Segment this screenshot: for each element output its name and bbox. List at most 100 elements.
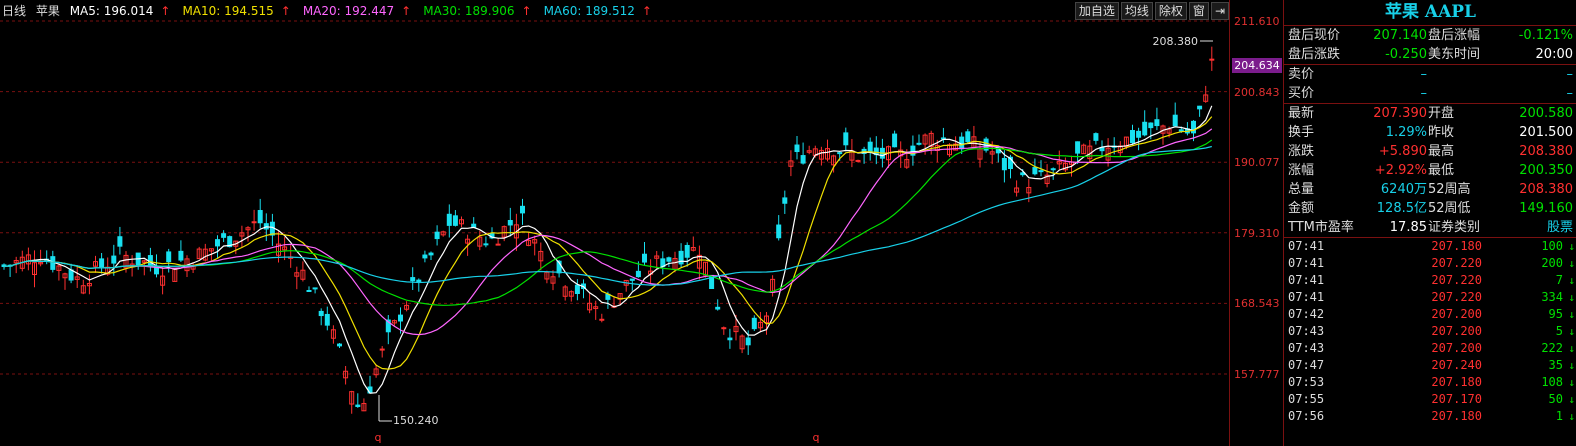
tick-time: 07:55: [1288, 392, 1325, 406]
quote-section: 最新 207.390 开盘 200.580 换手 1.29% 昨收 201.500 涨跌 +5.8…: [1284, 104, 1576, 238]
quote-value: 208.380: [1519, 144, 1573, 159]
tick-price: 207.200: [1431, 341, 1482, 355]
quote-row: 卖价 – –: [1284, 65, 1576, 84]
quote-label: 证券类别: [1428, 220, 1481, 235]
candlestick: [483, 243, 489, 246]
tick-price: 207.170: [1431, 392, 1482, 406]
quote-row: 金额 128.5亿 52周低 149.160: [1284, 199, 1576, 218]
current-price-marker: 204.634: [1232, 58, 1282, 73]
tick-row: 07:53 207.180 108 ↓: [1284, 374, 1576, 391]
exit-icon[interactable]: ⇥: [1210, 2, 1229, 20]
candlestick: [1178, 129, 1184, 132]
tick-volume: 7: [1555, 273, 1563, 287]
quote-label: 卖价: [1288, 67, 1315, 82]
candlestick: [800, 155, 806, 164]
kline-canvas[interactable]: 208.380 150.240 q q: [0, 0, 1229, 446]
ma-legend-item: MA5: 196.014: [69, 4, 154, 18]
candlestick: [434, 231, 440, 240]
quote-label: 美东时间: [1428, 47, 1481, 62]
tick-row: 07:43 207.200 222 ↓: [1284, 340, 1576, 357]
candlestick: [422, 254, 428, 259]
kline-chart[interactable]: 208.380 150.240 q q 日线 苹果 MA5: 196.014 ↑ MA10…: [0, 0, 1229, 446]
down-arrow-icon: ↓: [1568, 291, 1575, 304]
quote-value: 股票: [1546, 220, 1573, 235]
candlestick: [776, 224, 782, 239]
quote-label: 最新: [1288, 106, 1315, 121]
up-arrow-icon: ↑: [641, 4, 652, 18]
window-button[interactable]: 窗: [1188, 2, 1209, 20]
quote-row: 盘后涨跌 -0.250 美东时间 20:00: [1284, 45, 1576, 64]
adjust-button[interactable]: 除权: [1154, 2, 1187, 20]
candlestick: [428, 252, 434, 256]
candlestick: [751, 317, 757, 330]
candlestick: [1142, 121, 1148, 136]
quote-value: 201.500: [1519, 125, 1573, 140]
quote-label: 最高: [1428, 144, 1455, 159]
candlestick: [1172, 114, 1178, 127]
tick-time: 07:43: [1288, 341, 1325, 355]
quote-row: 涨幅 +2.92% 最低 200.350: [1284, 161, 1576, 180]
down-arrow-icon: ↓: [1568, 410, 1575, 423]
ma-line-button[interactable]: 均线: [1120, 2, 1153, 20]
candlestick: [599, 318, 605, 321]
candlestick: [166, 251, 172, 263]
candlestick: [1130, 130, 1135, 144]
candlestick: [635, 270, 641, 278]
event-marker: q: [375, 431, 382, 444]
candlestick: [892, 133, 898, 148]
quote-value: –: [1420, 67, 1428, 82]
candlestick: [318, 310, 324, 317]
quote-value: -0.121%: [1518, 28, 1573, 43]
tick-time: 07:41: [1288, 290, 1325, 304]
price-axis-label: 211.610: [1234, 15, 1280, 28]
candlestick: [867, 141, 873, 153]
candlestick: [837, 152, 843, 155]
add-watchlist-button[interactable]: 加自选: [1074, 2, 1119, 20]
quote-label: 最低: [1428, 163, 1455, 178]
quote-label: 换手: [1288, 125, 1315, 140]
tick-price: 207.220: [1431, 273, 1482, 287]
candlestick: [355, 404, 361, 407]
quote-value: 207.140: [1373, 28, 1427, 43]
quote-value: –: [1566, 86, 1574, 101]
down-arrow-icon: ↓: [1568, 274, 1575, 287]
candlestick: [312, 287, 318, 290]
tick-row: 07:56 207.180 1 ↓: [1284, 408, 1576, 425]
candlestick: [642, 253, 647, 263]
candlestick: [745, 337, 751, 346]
tick-row: 07:42 207.200 95 ↓: [1284, 306, 1576, 323]
after-hours-section: 盘后现价 207.140 盘后涨幅 -0.121% 盘后涨跌 -0.250 美东时间 20:0…: [1284, 26, 1576, 65]
bid-ask-section: 卖价 – – 买价 – –: [1284, 65, 1576, 104]
tick-time: 07:41: [1288, 256, 1325, 270]
candlestick: [324, 313, 330, 326]
tick-volume: 100: [1541, 239, 1563, 253]
candlestick: [782, 197, 788, 204]
ma5-line: [3, 105, 1213, 394]
candlestick: [337, 343, 342, 347]
quote-value: 6240万: [1380, 182, 1427, 197]
candlestick: [794, 144, 800, 153]
low-price-annotation: 150.240: [393, 414, 439, 427]
period-label[interactable]: 日线: [2, 4, 26, 18]
quote-value: 208.380: [1519, 182, 1573, 197]
quote-label: 52周高: [1428, 182, 1471, 197]
candlestick: [507, 219, 513, 226]
candlestick: [721, 327, 727, 330]
down-arrow-icon: ↓: [1568, 325, 1575, 338]
tick-row: 07:47 207.240 35 ↓: [1284, 357, 1576, 374]
down-arrow-icon: ↓: [1568, 359, 1575, 372]
quote-row: 总量 6240万 52周高 208.380: [1284, 180, 1576, 199]
candlestick: [111, 255, 117, 264]
quote-value: 17.85: [1389, 220, 1427, 235]
candlestick: [1197, 105, 1203, 110]
tick-row: 07:41 207.220 7 ↓: [1284, 272, 1576, 289]
quote-value: 149.160: [1519, 201, 1573, 216]
candlestick: [495, 243, 501, 246]
tick-list[interactable]: 07:41 207.180 100 ↓ 07:41 207.220 200 ↓ 07:41 207…: [1284, 238, 1576, 425]
tick-price: 207.180: [1431, 375, 1482, 389]
tick-time: 07:41: [1288, 273, 1325, 287]
price-axis-label: 168.543: [1234, 297, 1280, 310]
candlestick: [221, 233, 227, 238]
candlestick: [68, 269, 74, 281]
candlestick: [855, 159, 861, 162]
